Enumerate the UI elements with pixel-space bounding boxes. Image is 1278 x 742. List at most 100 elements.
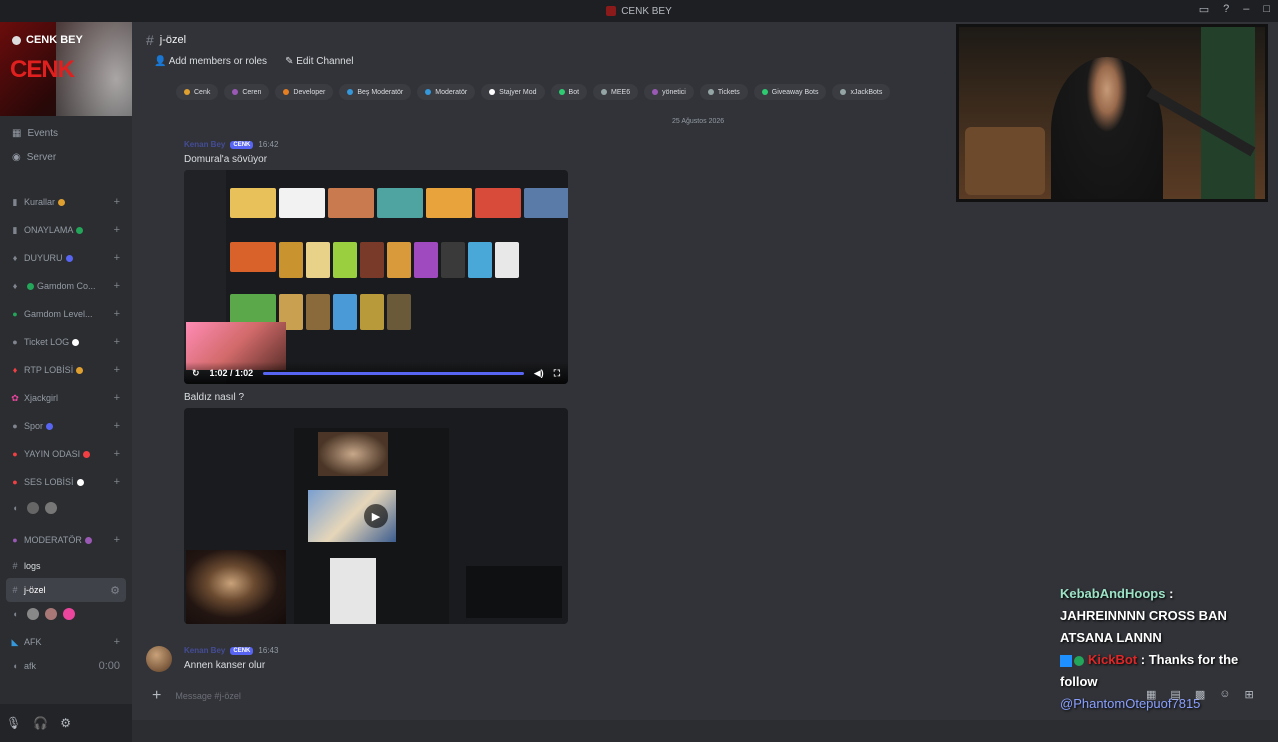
channel-icon: ● — [12, 309, 18, 319]
chat-line: KebabAndHoops : — [1060, 586, 1174, 601]
voice-channel-afk[interactable]: ◖ afk 0:00 — [0, 654, 132, 678]
add-icon[interactable]: + — [114, 534, 120, 546]
message-author[interactable]: Kenan Bey — [184, 646, 225, 655]
headphones-icon[interactable]: 🎧 — [33, 716, 48, 730]
role-chip[interactable]: Bot — [550, 84, 588, 100]
add-icon[interactable]: + — [114, 364, 120, 376]
channel-title: # j-özel — [146, 32, 187, 48]
channel-item[interactable]: ▮ Kurallar + — [0, 188, 132, 216]
channel-icon: ● — [12, 449, 18, 459]
role-color-dot — [425, 89, 432, 95]
mic-icon[interactable]: 🎙 — [6, 716, 21, 730]
channel-item[interactable]: ✿ Xjackgirl + — [0, 384, 132, 412]
chat-message: JAHREINNNN CROSS BAN ATSANA LANNN — [1060, 608, 1227, 645]
window-title: CENK BEY — [621, 5, 672, 17]
fullscreen-icon[interactable]: ⛶ — [554, 368, 560, 379]
role-color-dot — [652, 89, 659, 95]
volume-icon[interactable]: ◀) — [534, 368, 544, 379]
add-icon[interactable]: + — [114, 336, 120, 348]
role-chip[interactable]: Tickets — [699, 84, 748, 100]
avatar — [45, 608, 57, 620]
channel-item[interactable]: ● Ticket LOG + — [0, 328, 132, 356]
emoji-icon[interactable]: ☺ — [1219, 688, 1230, 701]
gif-icon[interactable]: ▤ — [1170, 688, 1180, 701]
channel-item[interactable]: ● MODERATÖR + — [0, 526, 132, 554]
maximize-button[interactable]: □ — [1263, 3, 1270, 16]
events-link[interactable]: ▦ Events — [12, 128, 58, 139]
role-chip[interactable]: Beş Moderatör — [339, 84, 412, 100]
channel-icon: ● — [12, 535, 18, 545]
status-dot — [58, 198, 66, 206]
role-chip[interactable]: Giveaway Bots — [753, 84, 827, 100]
video-attachment[interactable]: ↻ 1:02 / 1:02 ◀) ⛶ — [184, 170, 568, 384]
role-chip[interactable]: Cenk — [176, 84, 219, 100]
voice-users-row[interactable]: ◖ — [0, 496, 132, 520]
channel-item-j-ozel[interactable]: # j-özel ⚙ — [6, 578, 126, 602]
help-icon[interactable]: ? — [1223, 3, 1229, 16]
add-icon[interactable]: + — [114, 224, 120, 236]
role-color-dot — [840, 89, 847, 95]
thumbnail — [306, 294, 330, 330]
add-attachment-icon[interactable]: + — [152, 687, 161, 705]
add-members-button[interactable]: 👤 Add members or roles — [154, 56, 267, 67]
compass-icon: ◉ — [12, 152, 21, 163]
role-color-dot — [601, 89, 608, 95]
add-icon[interactable]: + — [114, 636, 120, 648]
channel-item[interactable]: ♦ DUYURU + — [0, 244, 132, 272]
channel-item[interactable]: ◣ AFK + — [0, 630, 132, 654]
add-icon[interactable]: + — [114, 420, 120, 432]
channel-item[interactable]: ● YAYIN ODASI + — [0, 440, 132, 468]
play-icon[interactable]: ▶ — [364, 504, 388, 528]
role-chip[interactable]: Moderatör — [417, 84, 476, 100]
role-chip[interactable]: Stajyer Mod — [481, 84, 545, 100]
add-icon[interactable]: + — [114, 392, 120, 404]
streamer-webcam-overlay — [186, 550, 286, 624]
streamer-figure — [1051, 57, 1163, 199]
channel-item[interactable]: ♦ RTP LOBİSİ + — [0, 356, 132, 384]
server-guide-link[interactable]: ◉ Server — [12, 152, 56, 163]
sticker-icon[interactable]: ▩ — [1195, 688, 1205, 701]
hash-icon: # — [12, 561, 18, 571]
channel-item[interactable]: ● SES LOBİSİ + — [0, 468, 132, 496]
voice-users-row[interactable]: ◖ — [0, 602, 132, 626]
role-chip[interactable]: MEE6 — [593, 84, 639, 100]
server-name[interactable]: CENK BEY — [12, 34, 83, 46]
video-attachment[interactable]: ▶ — [184, 408, 568, 624]
minimize-button[interactable]: – — [1243, 3, 1249, 16]
channel-item[interactable]: ▮ ONAYLAMA + — [0, 216, 132, 244]
gear-icon[interactable]: ⚙ — [60, 716, 71, 730]
channel-item-logs[interactable]: # logs — [0, 554, 132, 578]
chat-line: KickBot : Thanks for the follow — [1060, 652, 1239, 689]
role-chip[interactable]: Developer — [275, 84, 334, 100]
apps-icon[interactable]: ⊞ — [1244, 688, 1253, 701]
channel-item[interactable]: ● Gamdom Level... + — [0, 300, 132, 328]
channel-item[interactable]: ● Spor + — [0, 412, 132, 440]
message-input[interactable] — [175, 691, 476, 701]
channel-list: ▮ Kurallar + ▮ ONAYLAMA + ♦ DUYURU + ♦ Gamdom C… — [0, 188, 132, 678]
add-icon[interactable]: + — [114, 196, 120, 208]
speaker-icon: ◖ — [12, 609, 18, 619]
inbox-icon[interactable]: ▭ — [1199, 3, 1209, 16]
add-icon[interactable]: + — [114, 308, 120, 320]
channel-item[interactable]: ♦ Gamdom Co... + — [0, 272, 132, 300]
replay-icon[interactable]: ↻ — [192, 368, 200, 379]
edit-channel-button[interactable]: ✎ Edit Channel — [285, 56, 353, 67]
add-icon[interactable]: + — [114, 252, 120, 264]
channel-icon: ● — [12, 421, 18, 431]
thumbnail — [306, 242, 330, 278]
gift-icon[interactable]: ▦ — [1146, 688, 1156, 701]
role-chip[interactable]: yönetici — [644, 84, 694, 100]
thumbnail — [328, 188, 374, 218]
message-author[interactable]: Kenan Bey — [184, 140, 225, 149]
role-chip[interactable]: Ceren — [224, 84, 270, 100]
server-banner[interactable]: CENK BEY CENK — [0, 22, 132, 116]
video-progress-bar[interactable] — [263, 371, 524, 375]
thumbnail — [387, 242, 411, 278]
streamer-webcam — [956, 24, 1268, 202]
avatar[interactable] — [146, 646, 172, 672]
add-icon[interactable]: + — [114, 476, 120, 488]
role-chip[interactable]: xJackBots — [832, 84, 891, 100]
settings-icon[interactable]: ⚙ — [110, 584, 120, 597]
add-icon[interactable]: + — [114, 280, 120, 292]
add-icon[interactable]: + — [114, 448, 120, 460]
